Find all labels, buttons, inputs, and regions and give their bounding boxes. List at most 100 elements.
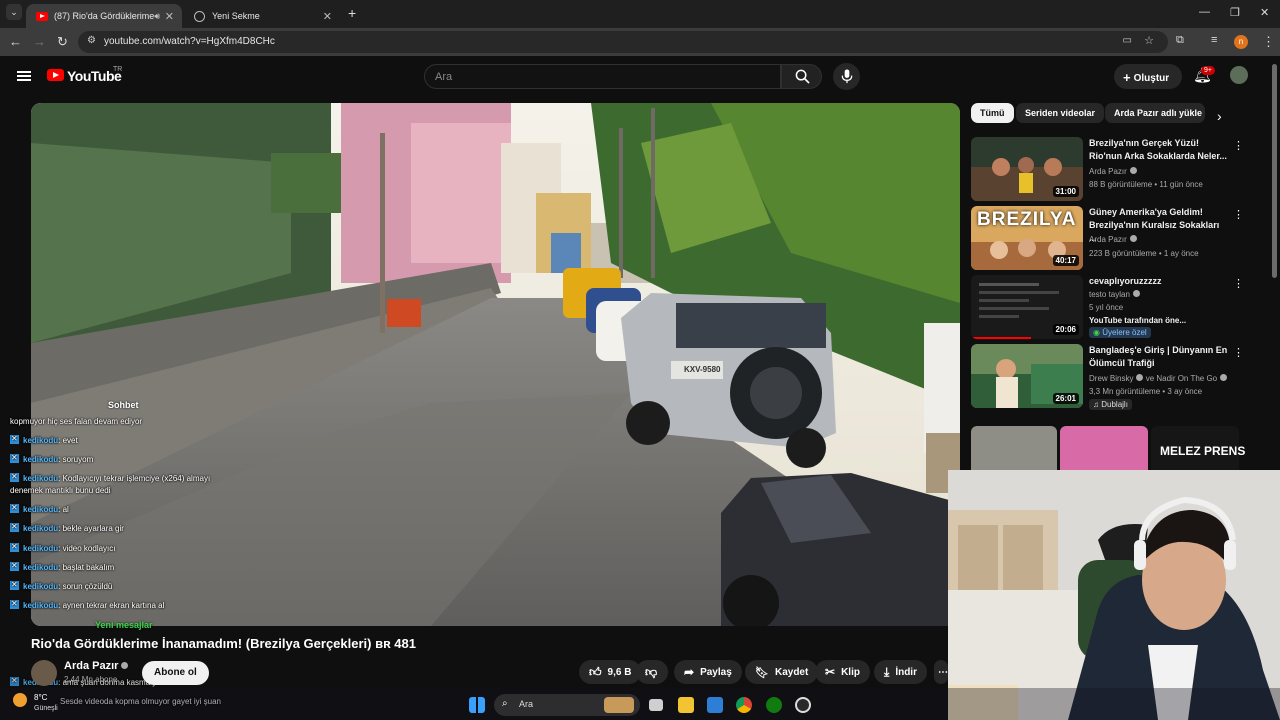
site-info-icon[interactable]: ⚙ bbox=[87, 35, 96, 46]
channel-name[interactable]: Arda Pazır bbox=[64, 660, 129, 672]
account-avatar[interactable] bbox=[1230, 66, 1248, 84]
chat-text: : evet bbox=[58, 436, 78, 445]
more-actions-button[interactable]: ⋯ bbox=[934, 660, 948, 684]
clip-button[interactable]: ✂ Klip bbox=[815, 660, 870, 684]
rec-channel[interactable]: Arda Pazır bbox=[1089, 167, 1137, 176]
extensions-icon[interactable]: ⧉ bbox=[1176, 34, 1184, 47]
store-icon[interactable] bbox=[707, 697, 723, 713]
new-messages-indicator[interactable]: Yeni mesajlar bbox=[95, 620, 153, 630]
tab-new-tab[interactable]: Yeni Sekme ✕ bbox=[184, 4, 340, 28]
xbox-icon[interactable] bbox=[766, 697, 782, 713]
video-thumbnail[interactable]: 26:01 bbox=[971, 344, 1083, 408]
members-icon: ◉ bbox=[1093, 328, 1103, 337]
chip-uploads[interactable]: Arda Pazır adlı yükle bbox=[1105, 103, 1205, 123]
recommendation-item[interactable]: BREZILYA 40:17 Güney Amerika'ya Geldim! … bbox=[971, 206, 1261, 270]
voice-search-button[interactable] bbox=[833, 63, 860, 90]
verified-icon bbox=[1136, 374, 1144, 381]
bookmark-star-icon[interactable]: ☆ bbox=[1144, 34, 1154, 47]
forward-icon[interactable]: → bbox=[33, 34, 46, 49]
notification-count-badge: 9+ bbox=[1201, 66, 1215, 75]
recommendation-item[interactable]: 26:01 Bangladeş'e Giriş | Dünyanın En Öl… bbox=[971, 344, 1261, 410]
rec-title[interactable]: cevaplıyoruzzzzz bbox=[1089, 275, 1229, 288]
minimize-icon[interactable]: — bbox=[1199, 6, 1210, 18]
chat-username[interactable]: kedikodu bbox=[23, 474, 58, 483]
chat-username[interactable]: kedikodu bbox=[23, 601, 58, 610]
download-button[interactable]: ⤓ İndir bbox=[874, 660, 927, 684]
like-count: 9,6 B bbox=[607, 666, 632, 678]
share-button[interactable]: ➦ Paylaş bbox=[674, 660, 742, 684]
restore-icon[interactable]: ❐ bbox=[1230, 6, 1240, 19]
video-thumbnail[interactable]: 31:00 bbox=[971, 137, 1083, 201]
new-tab-button[interactable]: + bbox=[348, 5, 356, 21]
rec-channel[interactable]: testo taylan bbox=[1089, 290, 1140, 299]
chat-username[interactable]: kedikodu bbox=[23, 505, 58, 514]
chat-username[interactable]: kedikodu bbox=[23, 563, 58, 572]
menu-icon[interactable] bbox=[17, 71, 31, 81]
search-input[interactable]: Ara bbox=[424, 64, 781, 89]
sidebar-scrollbar[interactable] bbox=[1272, 64, 1277, 278]
save-button[interactable]: 🔖︎ Kaydet bbox=[745, 660, 819, 684]
rec-channel2-text: ve Nadir On The Go bbox=[1145, 374, 1218, 383]
search-icon: ⌕ bbox=[502, 698, 508, 709]
tab-list-chevron-icon[interactable]: ⌄ bbox=[6, 4, 22, 20]
file-explorer-icon[interactable] bbox=[678, 697, 694, 713]
chat-username[interactable]: kedikodu bbox=[23, 544, 58, 553]
search-button[interactable] bbox=[781, 64, 822, 89]
obs-icon[interactable] bbox=[795, 697, 811, 713]
chrome-icon[interactable] bbox=[736, 697, 752, 713]
more-vert-icon[interactable]: ⋮ bbox=[1233, 208, 1244, 221]
like-button[interactable]: 👍︎ 9,6 B bbox=[579, 660, 642, 684]
recommendation-item[interactable]: 20:06 cevaplıyoruzzzzz testo taylan 5 yı… bbox=[971, 275, 1261, 339]
reading-list-icon[interactable]: ≡ bbox=[1211, 34, 1217, 46]
youtube-logo-icon[interactable] bbox=[47, 69, 64, 81]
weather-icon[interactable] bbox=[13, 693, 27, 707]
kick-badge-icon bbox=[10, 580, 19, 590]
browser-menu-icon[interactable]: ⋮ bbox=[1262, 34, 1275, 50]
url-text: youtube.com/watch?v=HgXfm4D8CHc bbox=[104, 36, 275, 47]
video-thumbnail[interactable]: 20:06 bbox=[971, 275, 1083, 339]
create-button[interactable]: + Oluştur bbox=[1114, 64, 1182, 89]
back-icon[interactable]: ← bbox=[9, 34, 22, 49]
url-field[interactable]: ⚙ youtube.com/watch?v=HgXfm4D8CHc ▭ ☆ bbox=[78, 31, 1168, 53]
recommendation-item[interactable]: 31:00 Brezilya'nın Gerçek Yüzü! Rio'nun … bbox=[971, 137, 1261, 201]
taskbar-search[interactable]: ⌕ Ara bbox=[494, 694, 640, 716]
channel-avatar[interactable] bbox=[31, 660, 57, 686]
more-vert-icon[interactable]: ⋮ bbox=[1233, 346, 1244, 359]
chat-username[interactable]: kedikodu bbox=[23, 524, 58, 533]
install-app-icon[interactable]: ▭ bbox=[1123, 35, 1132, 46]
chat-username[interactable]: kedikodu bbox=[23, 582, 58, 591]
dislike-button[interactable]: 👎︎ bbox=[636, 660, 668, 684]
shorts-thumbnail[interactable] bbox=[971, 426, 1057, 470]
rec-channel[interactable]: Arda Pazır bbox=[1089, 235, 1137, 244]
chip-all[interactable]: Tümü bbox=[971, 103, 1014, 123]
more-vert-icon[interactable]: ⋮ bbox=[1233, 139, 1244, 152]
video-player[interactable]: KXV-9580 bbox=[31, 103, 960, 626]
rec-channel[interactable]: Drew Binsky ve Nadir On The Go bbox=[1089, 374, 1228, 383]
rec-title[interactable]: Brezilya'nın Gerçek Yüzü! Rio'nun Arka S… bbox=[1089, 137, 1229, 163]
close-tab-icon[interactable]: ✕ bbox=[165, 10, 174, 23]
chevron-right-icon[interactable]: › bbox=[1217, 108, 1222, 124]
task-view-icon[interactable] bbox=[649, 699, 663, 711]
close-tab-icon[interactable]: ✕ bbox=[323, 10, 332, 23]
shorts-thumbnail[interactable]: MELEZ PRENS bbox=[1151, 426, 1245, 470]
chip-series[interactable]: Seriden videolar bbox=[1016, 103, 1105, 123]
more-vert-icon[interactable]: ⋮ bbox=[1233, 277, 1244, 290]
chat-text: : bekle ayarlara gir bbox=[58, 524, 124, 533]
window-close-icon[interactable]: ✕ bbox=[1260, 6, 1269, 19]
rec-title[interactable]: Bangladeş'e Giriş | Dünyanın En Ölümcül … bbox=[1089, 344, 1229, 370]
tab-youtube[interactable]: (87) Rio'da Gördüklerime İn 🔊︎ ✕ bbox=[26, 4, 182, 28]
chat-username[interactable]: kedikodu bbox=[23, 455, 58, 464]
rec-channel-text: Drew Binsky bbox=[1089, 374, 1134, 383]
speaker-icon[interactable]: 🔊︎ bbox=[154, 11, 160, 22]
subscribe-button[interactable]: Abone ol bbox=[142, 661, 209, 685]
duration-badge: 31:00 bbox=[1052, 186, 1079, 197]
chat-username[interactable]: kedikodu bbox=[23, 436, 58, 445]
weather-text: Güneşli bbox=[34, 705, 58, 712]
profile-avatar[interactable]: n bbox=[1234, 35, 1248, 49]
chat-text: : aynen tekrar ekran kartına al bbox=[58, 601, 165, 610]
scissors-icon: ✂ bbox=[825, 665, 836, 679]
shorts-thumbnail[interactable] bbox=[1060, 426, 1148, 470]
video-thumbnail[interactable]: BREZILYA 40:17 bbox=[971, 206, 1083, 270]
windows-start-icon[interactable] bbox=[469, 697, 485, 713]
reload-icon[interactable]: ↻ bbox=[57, 34, 68, 50]
